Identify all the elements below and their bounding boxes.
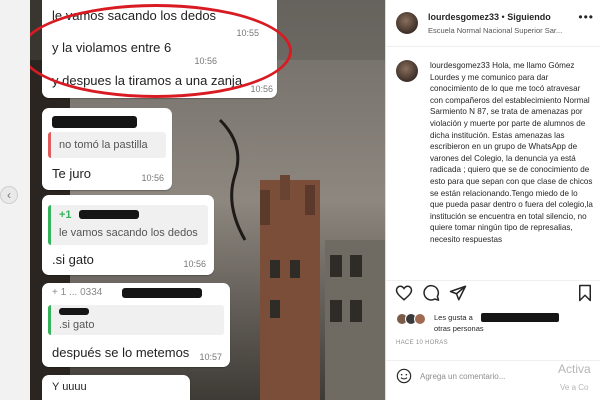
chat-bubble: +1 le vamos sacando los dedos .si gato 1… (42, 195, 214, 275)
divider (386, 280, 600, 281)
comment-icon[interactable] (422, 284, 440, 302)
quoted-text: +1 (59, 209, 72, 221)
quoted-message: no tomó la pastilla (48, 132, 166, 158)
quoted-text: le vamos sacando los dedos (59, 227, 198, 239)
message-text: .si gato (52, 252, 94, 267)
chevron-left-icon[interactable]: ‹ (0, 186, 18, 204)
comment-input[interactable] (420, 366, 550, 386)
divider (386, 360, 600, 361)
message-text: después se lo metemos (52, 345, 190, 360)
avatar[interactable] (396, 60, 418, 82)
smiley-icon[interactable] (396, 368, 412, 384)
quoted-message: .si gato (48, 305, 224, 335)
post-header: lourdesgomez33 • Siguiendo (428, 12, 551, 22)
post-image: le vamos sacando los dedos 10:55 y la vi… (30, 0, 385, 400)
location-link[interactable]: Escuela Normal Nacional Superior Sar... (428, 26, 578, 35)
message-text: Y uuuu (52, 381, 87, 393)
post-sidebar: lourdesgomez33 • Siguiendo Escuela Norma… (385, 0, 600, 400)
post-caption: lourdesgomez33 Hola, me llamo Gómez Lour… (430, 60, 593, 274)
likes-others[interactable]: otras personas (434, 324, 484, 333)
message-time: 10:57 (199, 352, 222, 362)
post-timestamp: HACE 10 HORAS (396, 340, 448, 346)
redacted-sender (122, 288, 202, 298)
quoted-message: +1 le vamos sacando los dedos (48, 205, 208, 245)
caption-username[interactable]: lourdesgomez33 (430, 61, 490, 70)
heart-icon[interactable] (395, 284, 413, 302)
instagram-post-view: ‹ le vamos sacando los dedos 10:55 y la … (0, 0, 600, 400)
avatar[interactable] (396, 12, 418, 34)
username-link[interactable]: lourdesgomez33 (428, 12, 499, 22)
separator-dot: • (501, 12, 505, 22)
chat-bubble: + 1 ... 0334 .si gato después se lo mete… (42, 283, 230, 367)
redacted-sender (52, 116, 137, 128)
message-time: 10:56 (141, 173, 164, 183)
chat-bubble: no tomó la pastilla Te juro 10:56 (42, 108, 172, 190)
likes-prefix: Les gusta a (434, 313, 473, 322)
send-icon[interactable] (449, 284, 467, 302)
chat-bubble: Y uuuu (42, 375, 190, 400)
bookmark-icon[interactable] (576, 284, 594, 302)
sender-number: + 1 ... 0334 (52, 287, 103, 298)
divider (386, 46, 600, 47)
redacted-sender (79, 210, 139, 219)
highlight-circle (30, 4, 292, 98)
activation-watermark: Activa (558, 362, 591, 376)
message-text: Te juro (52, 166, 92, 181)
redacted-sender (59, 308, 89, 315)
message-time: 10:56 (183, 259, 206, 269)
message-time: 10:56 (250, 84, 273, 94)
quoted-text: .si gato (59, 319, 95, 331)
redacted-username (481, 313, 559, 322)
likes-summary[interactable]: Les gusta a (434, 313, 473, 322)
more-options-icon[interactable]: ••• (578, 10, 594, 24)
caption-text: Hola, me llamo Gómez Lourdes y me comuni… (430, 61, 593, 244)
avatar (414, 313, 426, 325)
activation-watermark-sub: Ve a Co (560, 383, 589, 392)
following-button[interactable]: Siguiendo (507, 12, 551, 22)
quoted-text: no tomó la pastilla (59, 139, 148, 151)
